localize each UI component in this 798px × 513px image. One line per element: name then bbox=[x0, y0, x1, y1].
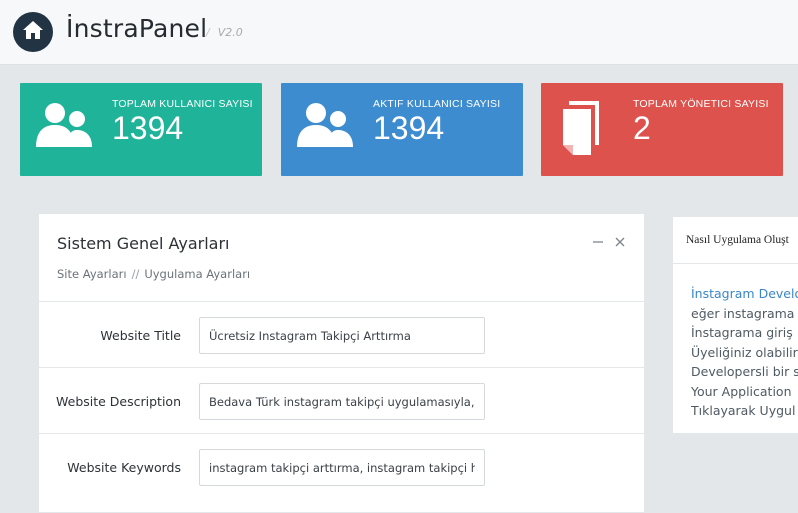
brand-title[interactable]: İnstraPanel bbox=[66, 14, 207, 43]
panel-title: Sistem Genel Ayarları bbox=[57, 234, 230, 253]
home-button[interactable] bbox=[13, 12, 53, 52]
stat-value: 1394 bbox=[373, 110, 445, 146]
info-line: Tıklayarak Uygul bbox=[691, 403, 796, 418]
info-panel-header: Nasıl Uygulama Oluşt bbox=[673, 217, 798, 264]
website-description-input[interactable] bbox=[199, 383, 485, 420]
stat-label: TOPLAM YÖNETICI SAYISI bbox=[633, 98, 769, 110]
info-line: Developersli bir s bbox=[691, 364, 798, 379]
breadcrumb: Site Ayarları // Uygulama Ayarları bbox=[57, 267, 250, 281]
version-separator: / bbox=[206, 26, 210, 39]
breadcrumb-item-app-settings[interactable]: Uygulama Ayarları bbox=[144, 267, 250, 281]
info-link[interactable]: İnstagram Develo bbox=[691, 284, 798, 304]
panel-tools bbox=[592, 236, 626, 248]
home-icon bbox=[22, 20, 44, 44]
form-row-website-title: Website Title bbox=[39, 301, 644, 367]
stat-card-total-users[interactable]: TOPLAM KULLANICI SAYISI 1394 bbox=[20, 83, 262, 176]
form-row-website-keywords: Website Keywords bbox=[39, 433, 644, 499]
info-line: İnstagrama giriş bbox=[691, 325, 793, 340]
stat-value: 1394 bbox=[112, 110, 184, 146]
info-line: Your Application bbox=[691, 383, 792, 399]
settings-panel: Sistem Genel Ayarları Site Ayarları // Uyg… bbox=[38, 213, 645, 513]
website-description-label: Website Description bbox=[56, 393, 181, 409]
close-icon[interactable] bbox=[614, 236, 626, 248]
version-text: V2.0 bbox=[217, 26, 243, 39]
info-line: eğer instagrama bbox=[691, 305, 795, 321]
website-keywords-input[interactable] bbox=[199, 449, 485, 486]
top-header: İnstraPanel / V2.0 bbox=[0, 0, 798, 65]
form-row-website-description: Website Description bbox=[39, 367, 644, 433]
minimize-icon[interactable] bbox=[592, 236, 604, 248]
stat-card-total-admins[interactable]: TOPLAM YÖNETICI SAYISI 2 bbox=[541, 83, 783, 176]
breadcrumb-separator: // bbox=[131, 267, 140, 281]
info-panel-title: Nasıl Uygulama Oluşt bbox=[686, 234, 789, 246]
website-keywords-label: Website Keywords bbox=[67, 459, 181, 475]
website-title-label: Website Title bbox=[100, 327, 181, 343]
users-icon bbox=[34, 99, 96, 153]
version-label: / V2.0 bbox=[206, 26, 243, 39]
website-title-input[interactable] bbox=[199, 317, 485, 354]
documents-icon bbox=[555, 99, 605, 163]
info-panel: Nasıl Uygulama Oluşt İnstagram Develo eğ… bbox=[672, 216, 798, 434]
stat-value: 2 bbox=[633, 110, 651, 146]
stat-card-active-users[interactable]: AKTIF KULLANICI SAYISI 1394 bbox=[281, 83, 523, 176]
info-line: Üyeliğiniz olabilir bbox=[691, 344, 798, 360]
users-icon bbox=[295, 99, 357, 153]
breadcrumb-item-site-settings[interactable]: Site Ayarları bbox=[57, 267, 127, 281]
info-panel-body: İnstagram Develo eğer instagrama İnstagr… bbox=[691, 284, 798, 421]
